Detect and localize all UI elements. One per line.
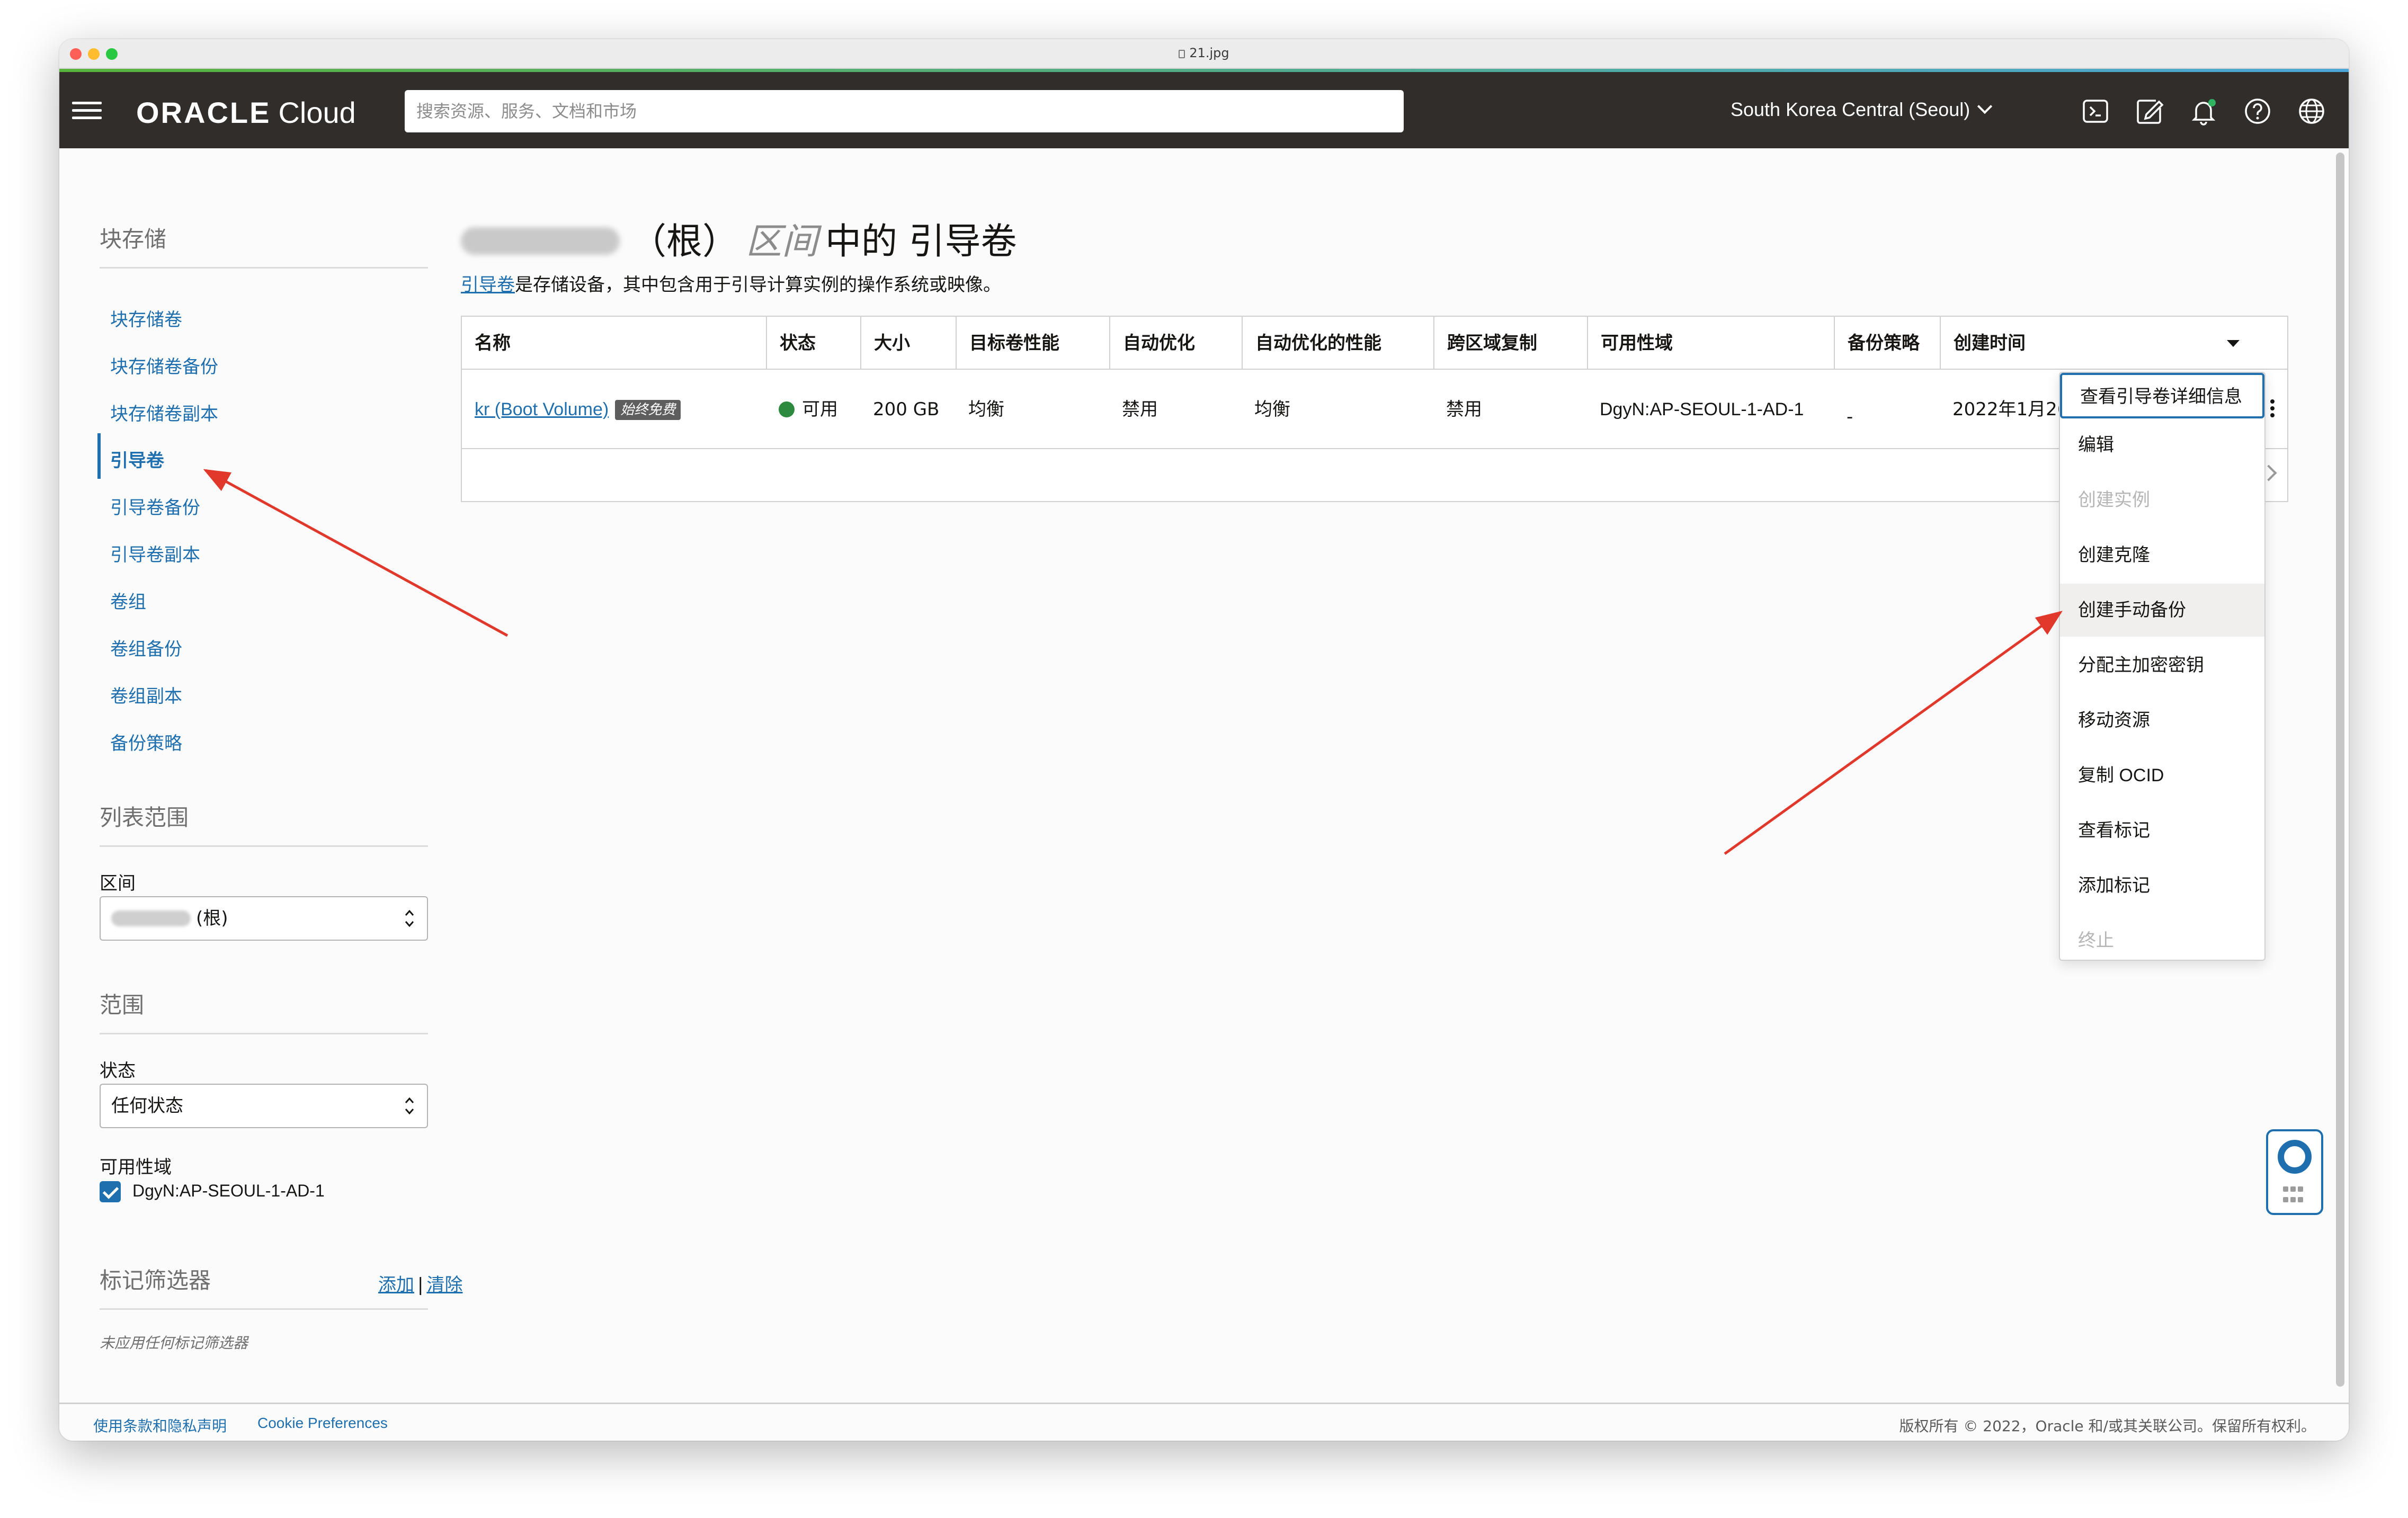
annotation-arrow-right bbox=[1724, 611, 2063, 855]
annotation-arrow-left bbox=[203, 469, 509, 637]
annotation-overlay bbox=[203, 469, 2063, 855]
